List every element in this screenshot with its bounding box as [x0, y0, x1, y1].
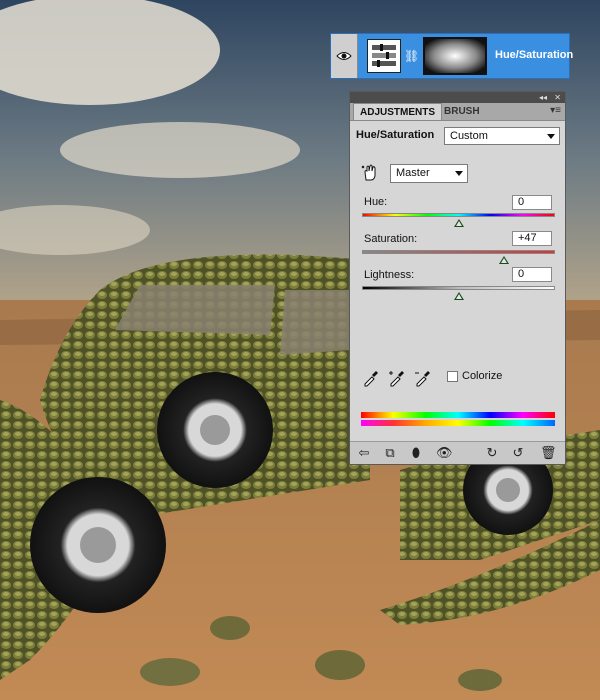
panel-titlebar[interactable]: ◂◂ ✕: [350, 92, 565, 103]
chain-link-icon[interactable]: ⛓: [404, 47, 419, 65]
hue-label: Hue:: [364, 196, 388, 208]
adjustment-header: Hue/Saturation Custom: [356, 127, 560, 145]
hue-slider-thumb[interactable]: [453, 219, 464, 227]
layer-name[interactable]: Hue/Saturation: [495, 49, 573, 61]
panel-toolbar: ⇦ ⧉ ⬮ 👁 ↻ ↺ 🗑: [350, 441, 565, 464]
output-color-bar: [361, 420, 555, 426]
chevron-down-icon: [547, 134, 555, 139]
layer-visibility-toggle[interactable]: [331, 34, 358, 78]
adjustment-thumbnail[interactable]: [367, 39, 401, 73]
panel-tabs: ADJUSTMENTS BRUSH ▾≡: [350, 103, 565, 121]
layer-row-hue-saturation[interactable]: ⛓ Hue/Saturation: [330, 33, 573, 79]
saturation-label: Saturation:: [364, 233, 418, 245]
channel-value: Master: [396, 167, 430, 179]
saturation-slider-thumb[interactable]: [498, 256, 509, 264]
tab-adjustments[interactable]: ADJUSTMENTS: [353, 103, 443, 120]
lightness-label: Lightness:: [364, 269, 415, 281]
collapse-icon[interactable]: ◂◂: [539, 92, 547, 103]
adjustments-panel: ◂◂ ✕ ADJUSTMENTS BRUSH ▾≡ Hue/Saturation…: [349, 91, 566, 465]
lightness-input[interactable]: 0: [512, 267, 552, 282]
targeted-adjustment-hand-icon[interactable]: [361, 164, 379, 182]
tab-brush[interactable]: BRUSH: [438, 103, 486, 120]
preset-dropdown[interactable]: Custom: [444, 127, 560, 145]
saturation-input[interactable]: +47: [512, 231, 552, 246]
close-icon[interactable]: ✕: [554, 92, 561, 103]
mask-preview: [425, 39, 485, 73]
colorize-label: Colorize: [462, 370, 503, 382]
colorize-checkbox[interactable]: [447, 371, 458, 382]
lightness-slider-thumb[interactable]: [453, 292, 464, 300]
chevron-down-icon: [455, 171, 463, 176]
eyedropper-minus-icon[interactable]: [414, 369, 432, 387]
hue-input[interactable]: 0: [512, 195, 552, 210]
view-previous-icon[interactable]: ↻: [484, 445, 500, 461]
layer-mask-thumbnail[interactable]: [423, 37, 487, 75]
back-arrow-icon[interactable]: ⇦: [356, 445, 372, 461]
expand-view-icon[interactable]: ⧉: [382, 445, 398, 461]
saturation-slider-track[interactable]: [362, 250, 555, 254]
reset-icon[interactable]: ↺: [510, 445, 526, 461]
panel-menu-icon[interactable]: ▾≡: [550, 105, 561, 116]
trash-icon[interactable]: 🗑: [540, 445, 557, 461]
channel-dropdown[interactable]: Master: [390, 164, 468, 183]
adjustment-title: Hue/Saturation: [356, 129, 435, 141]
clip-to-layer-icon[interactable]: ⬮: [408, 445, 424, 461]
visibility-eye-icon[interactable]: 👁: [436, 445, 453, 461]
hue-slider-track[interactable]: [362, 213, 555, 217]
eyedropper-icon[interactable]: [362, 369, 380, 387]
eye-icon: [336, 52, 352, 60]
lightness-slider-track[interactable]: [362, 286, 555, 290]
input-color-bar: [361, 412, 555, 418]
eyedropper-plus-icon[interactable]: [388, 369, 406, 387]
hue-saturation-adjustment-icon: [372, 44, 396, 67]
preset-value: Custom: [450, 130, 488, 142]
